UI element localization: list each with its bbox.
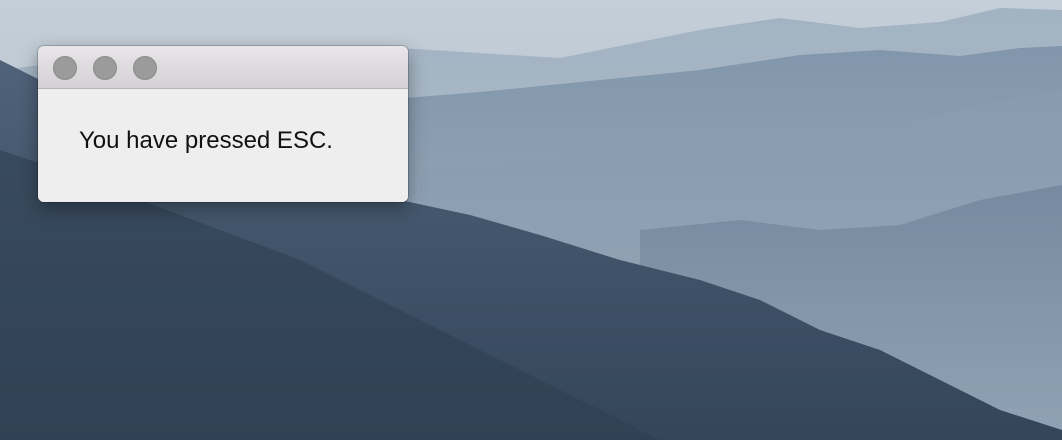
- window-content: You have pressed ESC.: [38, 89, 408, 202]
- minimize-button[interactable]: [93, 56, 117, 80]
- close-button[interactable]: [53, 56, 77, 80]
- desktop: You have pressed ESC.: [0, 0, 1062, 440]
- dialog-window: You have pressed ESC.: [38, 46, 408, 202]
- message-label: You have pressed ESC.: [79, 126, 333, 154]
- window-titlebar[interactable]: [38, 46, 408, 89]
- zoom-button[interactable]: [133, 56, 157, 80]
